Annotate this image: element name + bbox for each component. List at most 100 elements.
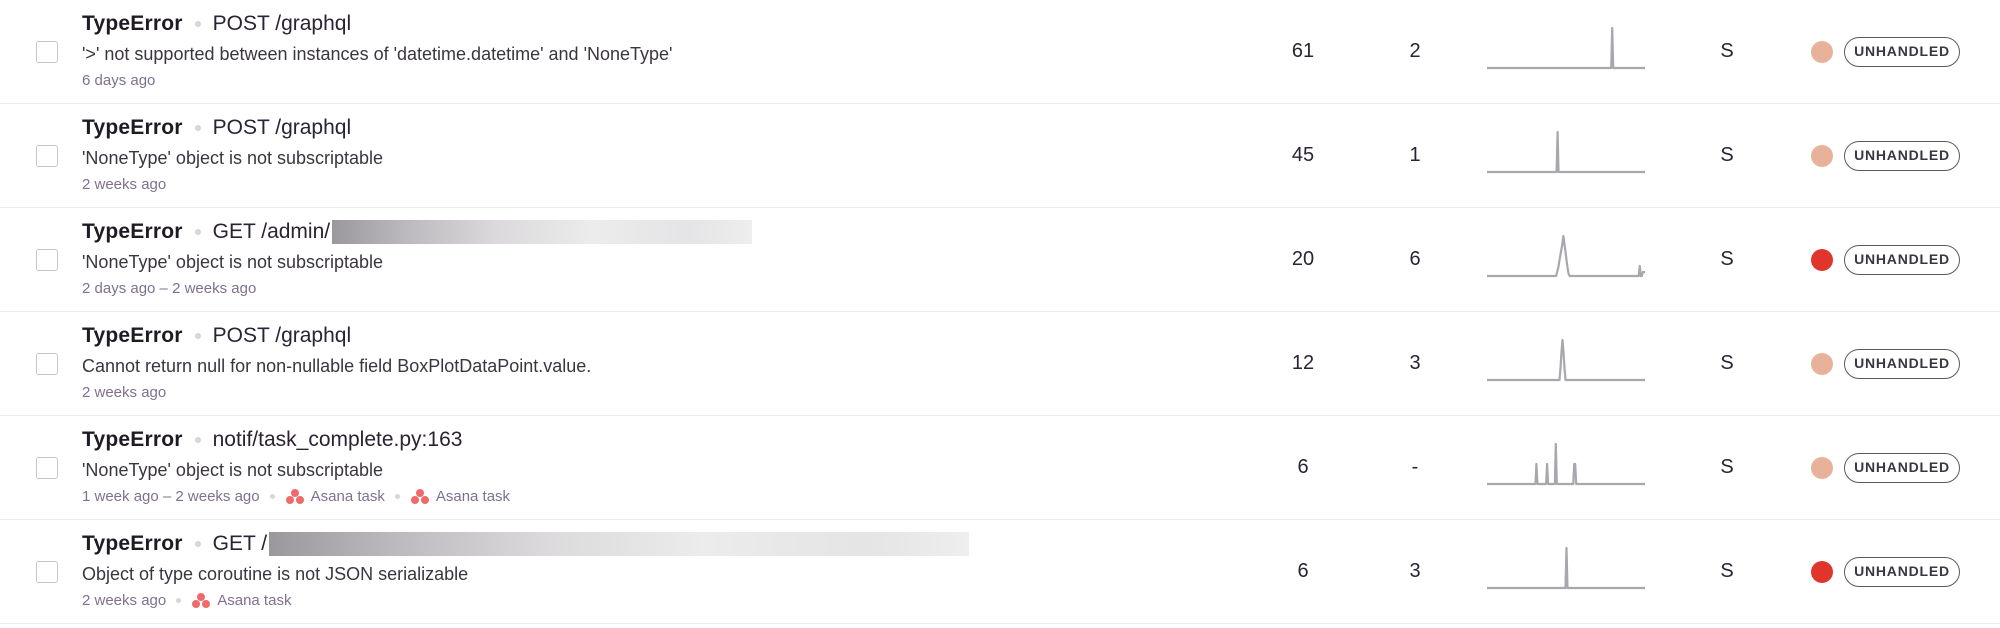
issue-row[interactable]: TypeError GET /admin/ 'NoneType' object is… — [0, 208, 2000, 312]
issue-title[interactable]: TypeError POST /graphql — [82, 12, 351, 40]
assignee-initial[interactable]: S — [1712, 456, 1742, 479]
event-count: 12 — [1291, 352, 1315, 374]
issue-title[interactable]: TypeError GET / — [82, 532, 970, 560]
issue-title[interactable]: TypeError POST /graphql — [82, 324, 351, 352]
user-count: 1 — [1409, 144, 1421, 166]
sparkline-series — [1486, 442, 1646, 486]
event-count: 61 — [1291, 40, 1315, 62]
status-badge: UNHANDLED — [1844, 453, 1960, 483]
priority-indicator[interactable] — [1811, 457, 1833, 479]
asana-task-link[interactable]: Asana task — [410, 488, 510, 505]
error-type: TypeError — [82, 116, 183, 139]
trend-sparkline — [1486, 442, 1646, 486]
select-checkbox[interactable] — [36, 353, 58, 375]
error-message: Cannot return null for non-nullable fiel… — [82, 356, 592, 376]
trend-sparkline — [1486, 130, 1646, 174]
user-count: 2 — [1409, 40, 1421, 62]
issue-age: 2 days ago – 2 weeks ago — [82, 280, 257, 297]
asana-task-link[interactable]: Asana task — [191, 592, 291, 609]
select-checkbox[interactable] — [36, 561, 58, 583]
trend-sparkline — [1486, 338, 1646, 382]
error-message: 'NoneType' object is not subscriptable — [82, 148, 384, 168]
error-message: '>' not supported between instances of '… — [82, 44, 673, 64]
select-checkbox[interactable] — [36, 145, 58, 167]
issue-title[interactable]: TypeError GET /admin/ — [82, 220, 753, 248]
issue-row[interactable]: TypeError POST /graphql '>' not supported … — [0, 0, 2000, 104]
asana-task-label: Asana task — [217, 592, 292, 609]
error-message: 'NoneType' object is not subscriptable — [82, 252, 384, 272]
issue-age: 6 days ago — [82, 72, 156, 89]
priority-indicator[interactable] — [1811, 41, 1833, 63]
assignee-initial[interactable]: S — [1712, 144, 1742, 167]
separator-dot — [194, 229, 201, 235]
error-type: TypeError — [82, 12, 183, 35]
event-count: 6 — [1297, 560, 1309, 582]
asana-task-link[interactable]: Asana task — [285, 488, 385, 505]
select-checkbox[interactable] — [36, 41, 58, 63]
issue-age: 1 week ago – 2 weeks ago — [82, 488, 260, 505]
separator-dot — [194, 125, 201, 131]
separator-dot — [194, 437, 201, 443]
user-count: 3 — [1409, 560, 1421, 582]
priority-indicator[interactable] — [1811, 561, 1833, 583]
trend-sparkline — [1486, 234, 1646, 278]
error-type: TypeError — [82, 220, 183, 243]
issue-age: 2 weeks ago — [82, 592, 167, 609]
issue-meta: 2 weeks ago — [82, 176, 166, 193]
assignee-initial[interactable]: S — [1712, 560, 1742, 583]
asana-task-label: Asana task — [435, 488, 511, 505]
status-badge: UNHANDLED — [1844, 349, 1960, 379]
priority-indicator[interactable] — [1811, 145, 1833, 167]
separator-dot — [194, 541, 201, 547]
select-checkbox[interactable] — [36, 249, 58, 271]
issue-meta: 2 weeks ago — [82, 384, 166, 401]
priority-indicator[interactable] — [1811, 249, 1833, 271]
error-type: TypeError — [82, 428, 183, 451]
issue-row[interactable]: TypeError POST /graphql Cannot return null… — [0, 312, 2000, 416]
error-message: Object of type coroutine is not JSON ser… — [82, 564, 469, 584]
asana-task-label: Asana task — [310, 488, 385, 505]
issue-title[interactable]: TypeError POST /graphql — [82, 116, 351, 144]
issue-list: TypeError POST /graphql '>' not supported … — [0, 0, 2000, 628]
assignee-initial[interactable]: S — [1712, 40, 1742, 63]
error-type: TypeError — [82, 324, 183, 347]
status-badge: UNHANDLED — [1844, 245, 1960, 275]
sparkline-series — [1486, 26, 1646, 70]
priority-indicator[interactable] — [1811, 353, 1833, 375]
issue-row[interactable]: TypeError notif/task_complete.py:163 'None… — [0, 416, 2000, 520]
error-location: notif/task_complete.py:163 — [212, 428, 463, 451]
issue-title[interactable]: TypeError notif/task_complete.py:163 — [82, 428, 462, 456]
assignee-initial[interactable]: S — [1712, 248, 1742, 271]
issue-meta: 2 days ago – 2 weeks ago — [82, 280, 256, 297]
issue-row[interactable]: TypeError GET / Object of type coroutine i… — [0, 520, 2000, 624]
sparkline-series — [1486, 338, 1646, 382]
user-count: 3 — [1409, 352, 1421, 374]
trend-sparkline — [1486, 26, 1646, 70]
separator-dot — [394, 494, 400, 499]
asana-icon — [285, 488, 305, 505]
separator-dot — [194, 333, 201, 339]
issue-age: 2 weeks ago — [82, 176, 167, 193]
assignee-initial[interactable]: S — [1712, 352, 1742, 375]
sparkline-series — [1486, 234, 1646, 278]
status-badge: UNHANDLED — [1844, 141, 1960, 171]
redacted-path — [269, 532, 970, 556]
event-count: 45 — [1291, 144, 1315, 166]
event-count: 20 — [1291, 248, 1315, 270]
issue-age: 2 weeks ago — [82, 384, 167, 401]
issue-row[interactable]: TypeError POST /graphql 'NoneType' object … — [0, 104, 2000, 208]
trend-sparkline — [1486, 546, 1646, 590]
select-checkbox[interactable] — [36, 457, 58, 479]
error-message: 'NoneType' object is not subscriptable — [82, 460, 384, 480]
sparkline-series — [1486, 130, 1646, 174]
issue-meta: 6 days ago — [82, 72, 155, 89]
error-location: POST /graphql — [212, 12, 352, 35]
user-count: 6 — [1409, 248, 1421, 270]
separator-dot — [176, 598, 182, 603]
separator-dot — [269, 494, 275, 499]
issue-meta: 1 week ago – 2 weeks ago Asana task Asana … — [82, 488, 510, 505]
event-count: 6 — [1297, 456, 1309, 478]
sparkline-series — [1486, 546, 1646, 590]
error-location: GET /admin/ — [212, 220, 331, 243]
issue-meta: 2 weeks ago Asana task — [82, 592, 291, 609]
